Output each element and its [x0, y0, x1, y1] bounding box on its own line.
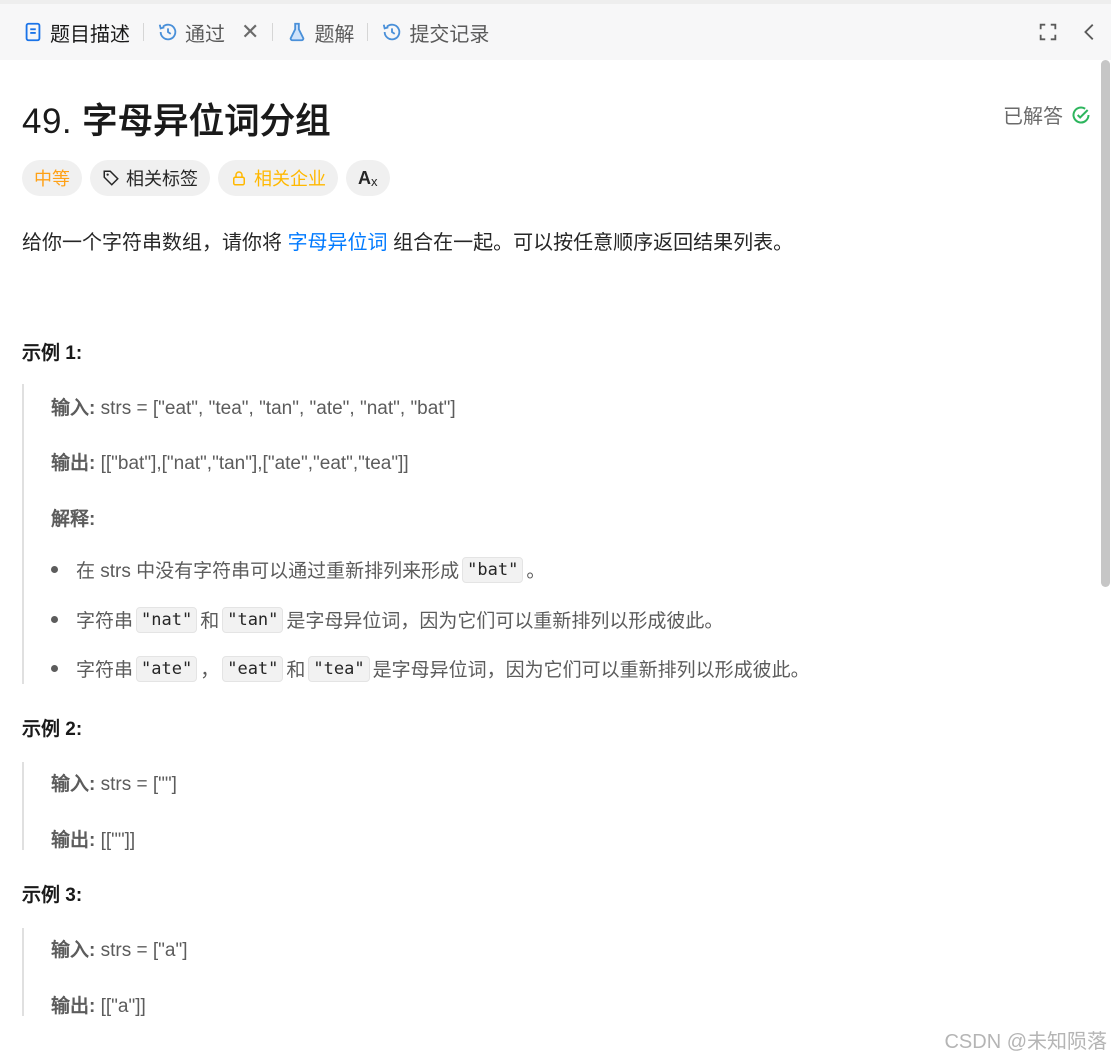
bullet-text: 和	[286, 660, 306, 681]
problem-title[interactable]: 49. 字母异位词分组	[22, 93, 331, 144]
output-value: [[""]]	[95, 830, 136, 851]
tab-submissions[interactable]: 提交记录	[377, 4, 493, 60]
check-circle-icon	[1072, 105, 1090, 123]
output-label: 输出:	[51, 453, 96, 474]
output-value: [["a"]]	[95, 996, 146, 1017]
output-label: 输出:	[51, 830, 96, 851]
example-1-input: 输入: strs = ["eat", "tea", "tan", "ate", …	[51, 393, 456, 420]
watermark: CSDN @未知陨落	[944, 1031, 1107, 1053]
bullet-dot	[51, 616, 58, 623]
bullet-dot	[51, 566, 58, 573]
related-tags-button[interactable]: 相关标签	[90, 160, 210, 196]
input-value: strs = ["a"]	[95, 940, 188, 961]
difficulty-badge: 中等	[22, 160, 82, 196]
list-item: 字符串 "nat" 和 "tan" 是字母异位词，因为它们可以重新排列以形成彼此…	[51, 606, 723, 633]
example-2-output: 输出: [[""]]	[51, 825, 135, 852]
code-tea: "tea"	[308, 655, 370, 682]
output-label: 输出:	[51, 996, 96, 1017]
bullet-text: 。	[526, 561, 546, 582]
bullet-dot	[51, 665, 58, 672]
example-1-output: 输出: [["bat"],["nat","tan"],["ate","eat",…	[51, 448, 409, 475]
code-bat: "bat"	[462, 556, 524, 583]
example-2-title: 示例 2:	[22, 719, 83, 740]
document-icon	[25, 22, 41, 42]
list-item: 在 strs 中没有字符串可以通过重新排列来形成 "bat"。	[51, 556, 545, 583]
tag-icon	[103, 170, 119, 186]
translate-button[interactable]: A x	[346, 160, 390, 196]
input-value: strs = ["eat", "tea", "tan", "ate", "nat…	[95, 398, 456, 419]
example-1-explain: 解释:	[51, 504, 95, 531]
scrollbar[interactable]	[1101, 60, 1111, 1060]
tab-description-label: 题目描述	[50, 23, 130, 46]
output-value: [["bat"],["nat","tan"],["ate","eat","tea…	[95, 453, 409, 474]
code-nat: "nat"	[136, 606, 198, 633]
solved-status: 已解答	[1003, 100, 1091, 129]
problem-description: 给你一个字符串数组，请你将 字母异位词 组合在一起。可以按任意顺序返回结果列表。	[22, 226, 793, 255]
input-label: 输入:	[51, 774, 96, 795]
translate-icon-sub: x	[371, 173, 378, 189]
example-1-title: 示例 1:	[22, 343, 83, 364]
related-companies-label: 相关企业	[254, 169, 326, 189]
description-text: 给你一个字符串数组，请你将	[22, 232, 288, 254]
tab-separator	[367, 23, 369, 41]
input-label: 输入:	[51, 940, 96, 961]
related-tags-label: 相关标签	[126, 169, 198, 189]
example-3-title: 示例 3:	[22, 885, 83, 906]
tab-solutions-label: 题解	[314, 23, 355, 46]
lock-icon	[233, 171, 245, 186]
bullet-text: 是字母异位词，因为它们可以重新排列以形成彼此。	[286, 611, 724, 632]
history-icon	[383, 23, 401, 41]
tab-accepted[interactable]: 通过 ✕	[153, 4, 263, 60]
example-2-block: 输入: strs = [""] 输出: [[""]]	[22, 762, 922, 852]
code-tan: "tan"	[222, 606, 284, 633]
difficulty-label: 中等	[34, 169, 70, 189]
explain-label: 解释:	[51, 509, 96, 530]
anagram-link[interactable]: 字母异位词	[288, 232, 388, 254]
solved-label: 已解答	[1003, 106, 1063, 128]
bullet-text: 字符串	[76, 611, 134, 632]
history-icon	[158, 23, 177, 41]
example-1-block: 输入: strs = ["eat", "tea", "tan", "ate", …	[22, 384, 922, 684]
scrollbar-thumb[interactable]	[1101, 60, 1110, 587]
code-eat: "eat"	[222, 655, 284, 682]
example-3-block: 输入: strs = ["a"] 输出: [["a"]]	[22, 928, 922, 1018]
tab-separator	[143, 23, 144, 41]
close-icon[interactable]: ✕	[241, 19, 259, 45]
problem-title-text: 字母异位词分组	[82, 102, 331, 141]
tab-description[interactable]: 题目描述	[18, 4, 134, 60]
tab-solutions[interactable]: 题解	[282, 4, 358, 60]
tab-submissions-label: 提交记录	[409, 23, 490, 46]
tab-separator	[272, 23, 274, 41]
tab-bar: 题目描述 通过 ✕ 题解 提交记录	[0, 0, 1111, 60]
input-value: strs = [""]	[95, 774, 177, 795]
bullet-text: 字符串	[76, 660, 134, 681]
bullet-text: 在 strs 中没有字符串可以通过重新排列来形成	[76, 561, 460, 582]
bullet-text: 和	[200, 611, 220, 632]
list-item: 字符串 "ate" ， "eat" 和 "tea" 是字母异位词，因为它们可以重新…	[51, 655, 810, 682]
fullscreen-icon[interactable]	[1037, 21, 1059, 43]
problem-content: 49. 字母异位词分组 已解答 中等 相关标签 相关企业 A x 给你一个字符串…	[0, 60, 1111, 1060]
flask-icon	[290, 22, 305, 42]
related-companies-button[interactable]: 相关企业	[218, 160, 338, 196]
bullet-text: 是字母异位词，因为它们可以重新排列以形成彼此。	[372, 660, 810, 681]
bullet-text: ，	[200, 660, 220, 681]
tag-row: 中等 相关标签 相关企业 A x	[22, 160, 390, 196]
description-text: 组合在一起。可以按任意顺序返回结果列表。	[387, 232, 794, 254]
problem-number: 49.	[22, 102, 73, 141]
example-3-input: 输入: strs = ["a"]	[51, 935, 187, 962]
input-label: 输入:	[51, 398, 96, 419]
example-3-output: 输出: [["a"]]	[51, 991, 146, 1018]
tab-accepted-label: 通过	[185, 23, 225, 46]
chevron-left-icon[interactable]	[1079, 21, 1101, 43]
code-ate: "ate"	[136, 655, 198, 682]
tab-actions	[1037, 21, 1111, 43]
translate-icon: A	[358, 167, 371, 188]
example-2-input: 输入: strs = [""]	[51, 769, 177, 796]
